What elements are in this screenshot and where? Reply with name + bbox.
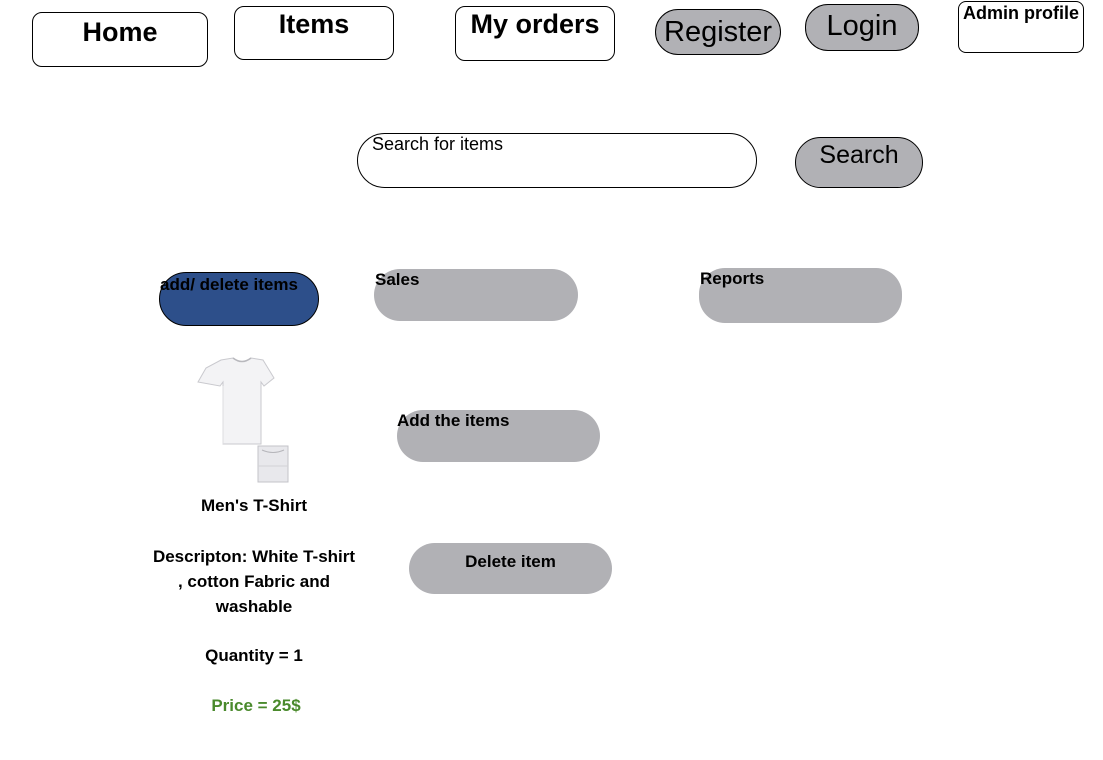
nav-register-button[interactable]: Register [655,9,781,55]
sales-label: Sales [375,270,420,289]
reports-tab[interactable]: Reports [699,268,902,323]
sales-tab[interactable]: Sales [374,269,578,321]
nav-home-button[interactable]: Home [32,12,208,67]
product-quantity: Quantity = 1 [134,644,374,668]
add-items-button[interactable]: Add the items [397,410,600,462]
product-description: Descripton: White T-shirt , cotton Fabri… [124,544,384,619]
nav-login-button[interactable]: Login [805,4,919,51]
product-price: Price = 25$ [134,694,378,718]
add-delete-items-label: add/ delete items [160,275,298,294]
product-description-line1: Descripton: White T-shirt [152,547,356,566]
product-name: Men's T-Shirt [134,494,374,518]
nav-register-label: Register [664,16,772,48]
search-placeholder: Search for items [372,134,504,154]
product-description-line3: washable [215,597,293,616]
search-button-label: Search [819,141,899,169]
product-price-text: Price = 25$ [211,696,301,715]
product-quantity-text: Quantity = 1 [205,646,303,665]
delete-item-button[interactable]: Delete item [409,543,612,594]
nav-my-orders-label: My orders [470,9,600,39]
reports-label: Reports [700,269,765,288]
delete-item-label: Delete item [465,552,556,571]
add-items-label: Add the items [397,411,510,430]
product-name-text: Men's T-Shirt [200,496,308,515]
nav-my-orders-button[interactable]: My orders [455,6,615,61]
nav-items-label: Items [278,9,350,39]
nav-admin-profile-button[interactable]: Admin profile [958,1,1084,53]
search-button[interactable]: Search [795,137,923,188]
nav-items-button[interactable]: Items [234,6,394,60]
nav-home-label: Home [82,17,158,47]
nav-login-label: Login [826,10,898,42]
search-input[interactable]: Search for items [357,133,757,188]
add-delete-items-tab[interactable]: add/ delete items [159,272,319,326]
product-description-line2: , cotton Fabric and [177,572,331,591]
tshirt-image [196,356,289,484]
nav-admin-profile-label: Admin profile [963,3,1079,23]
